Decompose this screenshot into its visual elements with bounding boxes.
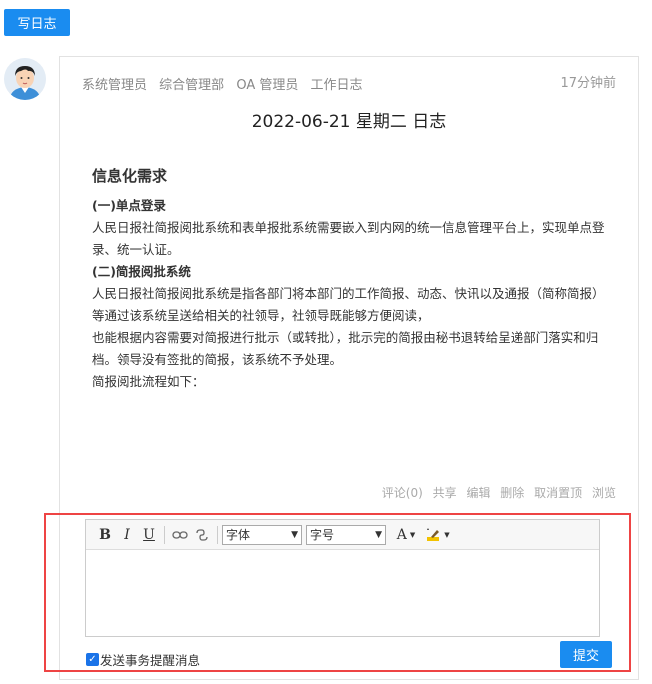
italic-button[interactable]: I xyxy=(116,524,138,546)
dropdown-arrow-icon: ▼ xyxy=(409,530,416,539)
toolbar-divider xyxy=(164,525,165,544)
font-family-value: 字体 xyxy=(226,528,251,542)
unlink-icon[interactable] xyxy=(191,524,213,546)
dropdown-arrow-icon: ▼ xyxy=(375,529,382,540)
post-time: 17分钟前 xyxy=(560,76,616,91)
font-color-button[interactable]: A ▼ xyxy=(390,524,422,546)
department-name[interactable]: 综合管理部 xyxy=(159,78,224,93)
write-log-button[interactable]: 写日志 xyxy=(4,9,70,36)
highlight-color-button[interactable]: ▼ xyxy=(422,524,454,546)
comment-editor: B I U 字体 ▼ 字号 ▼ A ▼ ▼ xyxy=(85,519,600,637)
bold-button[interactable]: B xyxy=(94,524,116,546)
edit-link[interactable]: 编辑 xyxy=(466,486,490,500)
post-content: 信息化需求 (一)单点登录 人民日报社简报阅批系统和表单报批系统需要嵌入到内网的… xyxy=(92,165,607,393)
underline-button[interactable]: U xyxy=(138,524,160,546)
font-size-select[interactable]: 字号 ▼ xyxy=(306,524,386,545)
notify-option[interactable]: ✓ 发送事务提醒消息 xyxy=(86,650,200,669)
unpin-link[interactable]: 取消置顶 xyxy=(534,486,582,500)
dropdown-arrow-icon: ▼ xyxy=(444,530,450,539)
post-title: 2022-06-21 星期二 日志 xyxy=(251,112,447,132)
delete-link[interactable]: 删除 xyxy=(500,486,524,500)
submit-button[interactable]: 提交 xyxy=(560,641,612,668)
view-link[interactable]: 浏览 xyxy=(592,486,616,500)
font-color-icon: A xyxy=(396,526,407,543)
section-2-title: (二)简报阅批系统 xyxy=(92,264,191,279)
post-meta: 系统管理员 综合管理部 OA 管理员 工作日志 xyxy=(82,74,371,93)
user-avatar-icon xyxy=(4,58,46,100)
category-name[interactable]: 工作日志 xyxy=(310,78,362,93)
notify-checkbox[interactable]: ✓ xyxy=(86,653,99,666)
highlight-marker-icon xyxy=(427,527,440,541)
section-1-title: (一)单点登录 xyxy=(92,198,166,213)
section-1-paragraph: 人民日报社简报阅批系统和表单报批系统需要嵌入到内网的统一信息管理平台上，实现单点… xyxy=(92,220,605,257)
editor-text-area[interactable] xyxy=(86,550,599,636)
avatar xyxy=(4,58,46,100)
author-name[interactable]: 系统管理员 xyxy=(82,78,147,93)
toolbar-divider xyxy=(217,525,218,544)
post-actions: 评论(0) 共享 编辑 删除 取消置顶 浏览 xyxy=(376,484,616,501)
link-icon[interactable] xyxy=(169,524,191,546)
share-link[interactable]: 共享 xyxy=(433,486,457,500)
editor-toolbar: B I U 字体 ▼ 字号 ▼ A ▼ ▼ xyxy=(86,520,599,550)
font-family-select[interactable]: 字体 ▼ xyxy=(222,524,302,545)
notify-label: 发送事务提醒消息 xyxy=(100,653,201,668)
content-heading: 信息化需求 xyxy=(92,167,168,185)
dropdown-arrow-icon: ▼ xyxy=(291,529,298,540)
section-2-paragraph-3: 简报阅批流程如下： xyxy=(92,374,205,389)
comment-link[interactable]: 评论(0) xyxy=(382,486,423,500)
section-2-paragraph-1: 人民日报社简报阅批系统是指各部门将本部门的工作简报、动态、快讯以及通报（简称简报… xyxy=(92,286,605,323)
section-2-paragraph-2: 也能根据内容需要对简报进行批示（或转批），批示完的简报由秘书退转给呈递部门落实和… xyxy=(92,330,599,367)
group-name[interactable]: OA 管理员 xyxy=(236,78,298,93)
font-size-value: 字号 xyxy=(310,528,335,542)
